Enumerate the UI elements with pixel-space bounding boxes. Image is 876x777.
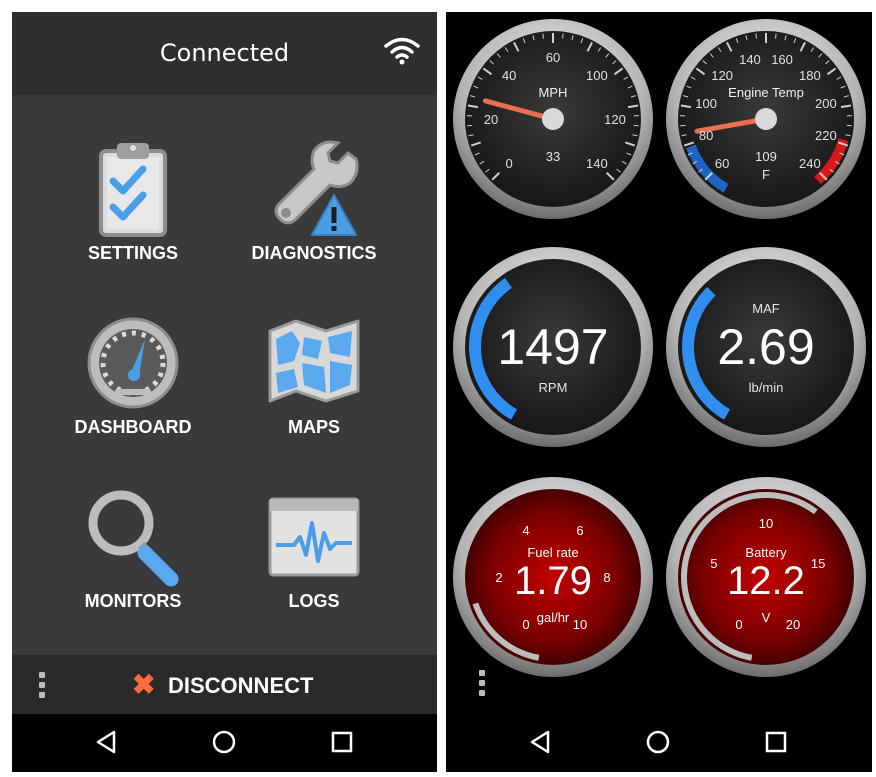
gauge-tick-label: 120	[604, 112, 626, 127]
gauge-title: Engine Temp	[728, 85, 804, 100]
overflow-menu-icon[interactable]	[32, 671, 52, 699]
gauge-tick-label: 80	[699, 128, 713, 143]
settings-button[interactable]: SETTINGS	[33, 139, 233, 299]
settings-label: SETTINGS	[87, 243, 178, 263]
gauge-tick-label: 100	[695, 96, 717, 111]
system-nav-bar	[446, 714, 872, 772]
monitors-button[interactable]: MONITORS	[33, 487, 233, 647]
recents-square-icon[interactable]	[328, 728, 356, 756]
back-triangle-icon[interactable]	[92, 728, 120, 756]
overflow-menu-icon[interactable]	[472, 669, 492, 697]
bottom-bar: ✖ DISCONNECT	[12, 655, 437, 714]
clipboard-checklist-icon	[99, 143, 167, 237]
gauge-tick-label: 60	[715, 156, 729, 171]
gauge-tick-label: 0	[506, 156, 513, 171]
gauge-title: Battery	[745, 545, 787, 560]
dashboard-label: DASHBOARD	[74, 417, 192, 437]
gauge-tick-label: 6	[576, 523, 583, 538]
gauge-unit: F	[762, 167, 770, 182]
gauge-title: Fuel rate	[527, 545, 578, 560]
gauge-tick-label: 120	[711, 68, 733, 83]
dashboard-button[interactable]: DASHBOARD	[33, 313, 233, 473]
gauge-tick-label: 160	[771, 52, 793, 67]
gauge-tick-label: 40	[502, 68, 516, 83]
magnifier-icon	[88, 490, 179, 587]
gauge-tick-label: 20	[484, 112, 498, 127]
disconnect-label: DISCONNECT	[168, 673, 314, 698]
gauge-value: 1.79	[514, 559, 592, 603]
gauge-unit: lb/min	[749, 380, 784, 395]
gauge-tick-label: 100	[586, 68, 608, 83]
main-menu-screen: Connected SETTINGS DIAGNOSTICS DASHBOARD…	[12, 12, 437, 772]
recents-square-icon[interactable]	[762, 728, 790, 756]
gauge-tick-label: 5	[710, 556, 717, 571]
gauge-value: 1497	[497, 319, 608, 375]
gauge-tick-label: 240	[799, 156, 821, 171]
status-bar: Connected	[12, 12, 437, 95]
gauge-tick-label: 10	[759, 516, 773, 531]
system-nav-bar	[12, 714, 437, 772]
monitors-label: MONITORS	[84, 591, 182, 611]
back-triangle-icon[interactable]	[526, 728, 554, 756]
gauge-hub	[755, 108, 777, 130]
maps-button[interactable]: MAPS	[214, 313, 414, 473]
gauge-value: 33	[546, 149, 560, 164]
gauge-tick-label: 200	[815, 96, 837, 111]
gauge-tick-label: 140	[586, 156, 608, 171]
wrench-warning-icon	[274, 140, 359, 236]
home-circle-icon[interactable]	[210, 728, 238, 756]
gauge-tick-label: 4	[522, 523, 529, 538]
gauge-tick-label: 10	[573, 617, 587, 632]
gauge-value: 109	[755, 149, 777, 164]
dashboard-screen: 0 20 40 60 100 120 140 MPH 33 60 80 100 120 140 160 180…	[446, 12, 872, 772]
gauge-tick-label: 140	[739, 52, 761, 67]
gauge-tick	[542, 33, 544, 39]
gauge-icon	[87, 317, 179, 409]
gauge-tick-label: 180	[799, 68, 821, 83]
maps-label: MAPS	[287, 417, 340, 437]
diagnostics-button[interactable]: DIAGNOSTICS	[214, 139, 414, 299]
gauge-panel: 0204060100120140MPH33 6080100120140 160180…	[453, 19, 866, 677]
gauge-title: MPH	[539, 85, 568, 100]
gauge-title: MAF	[752, 301, 780, 316]
home-circle-icon[interactable]	[644, 728, 672, 756]
gauge-hub	[542, 108, 564, 130]
wifi-icon	[384, 37, 420, 65]
gauge-tick-label: 60	[546, 50, 560, 65]
connection-status-title: Connected	[159, 39, 290, 67]
logs-label: LOGS	[288, 591, 340, 611]
logs-button[interactable]: LOGS	[214, 487, 414, 647]
gauge-unit: RPM	[539, 380, 568, 395]
map-icon	[268, 319, 360, 403]
gauge-value: 12.2	[727, 559, 805, 603]
close-x-icon: ✖	[132, 669, 156, 700]
gauge-value: 2.69	[717, 319, 814, 375]
gauge-tick-label: 0	[522, 617, 529, 632]
gauge-unit: V	[762, 610, 771, 625]
gauge-engine-temp	[666, 19, 866, 219]
waveform-icon	[268, 497, 360, 577]
gauge-tick	[755, 33, 757, 39]
diagnostics-label: DIAGNOSTICS	[251, 243, 377, 263]
gauge-tick	[562, 33, 564, 39]
gauge-tick-label: 8	[603, 570, 610, 585]
gauge-tick-label: 2	[495, 570, 502, 585]
gauge-tick-label: 0	[735, 617, 742, 632]
gauge-tick-label: 15	[811, 556, 825, 571]
gauge-unit: gal/hr	[537, 610, 570, 625]
gauge-tick	[775, 33, 777, 39]
gauge-tick-label: 220	[815, 128, 837, 143]
menu-grid: SETTINGS DIAGNOSTICS DASHBOARD MAPS MONI…	[12, 95, 437, 655]
gauge-tick-label: 20	[786, 617, 800, 632]
